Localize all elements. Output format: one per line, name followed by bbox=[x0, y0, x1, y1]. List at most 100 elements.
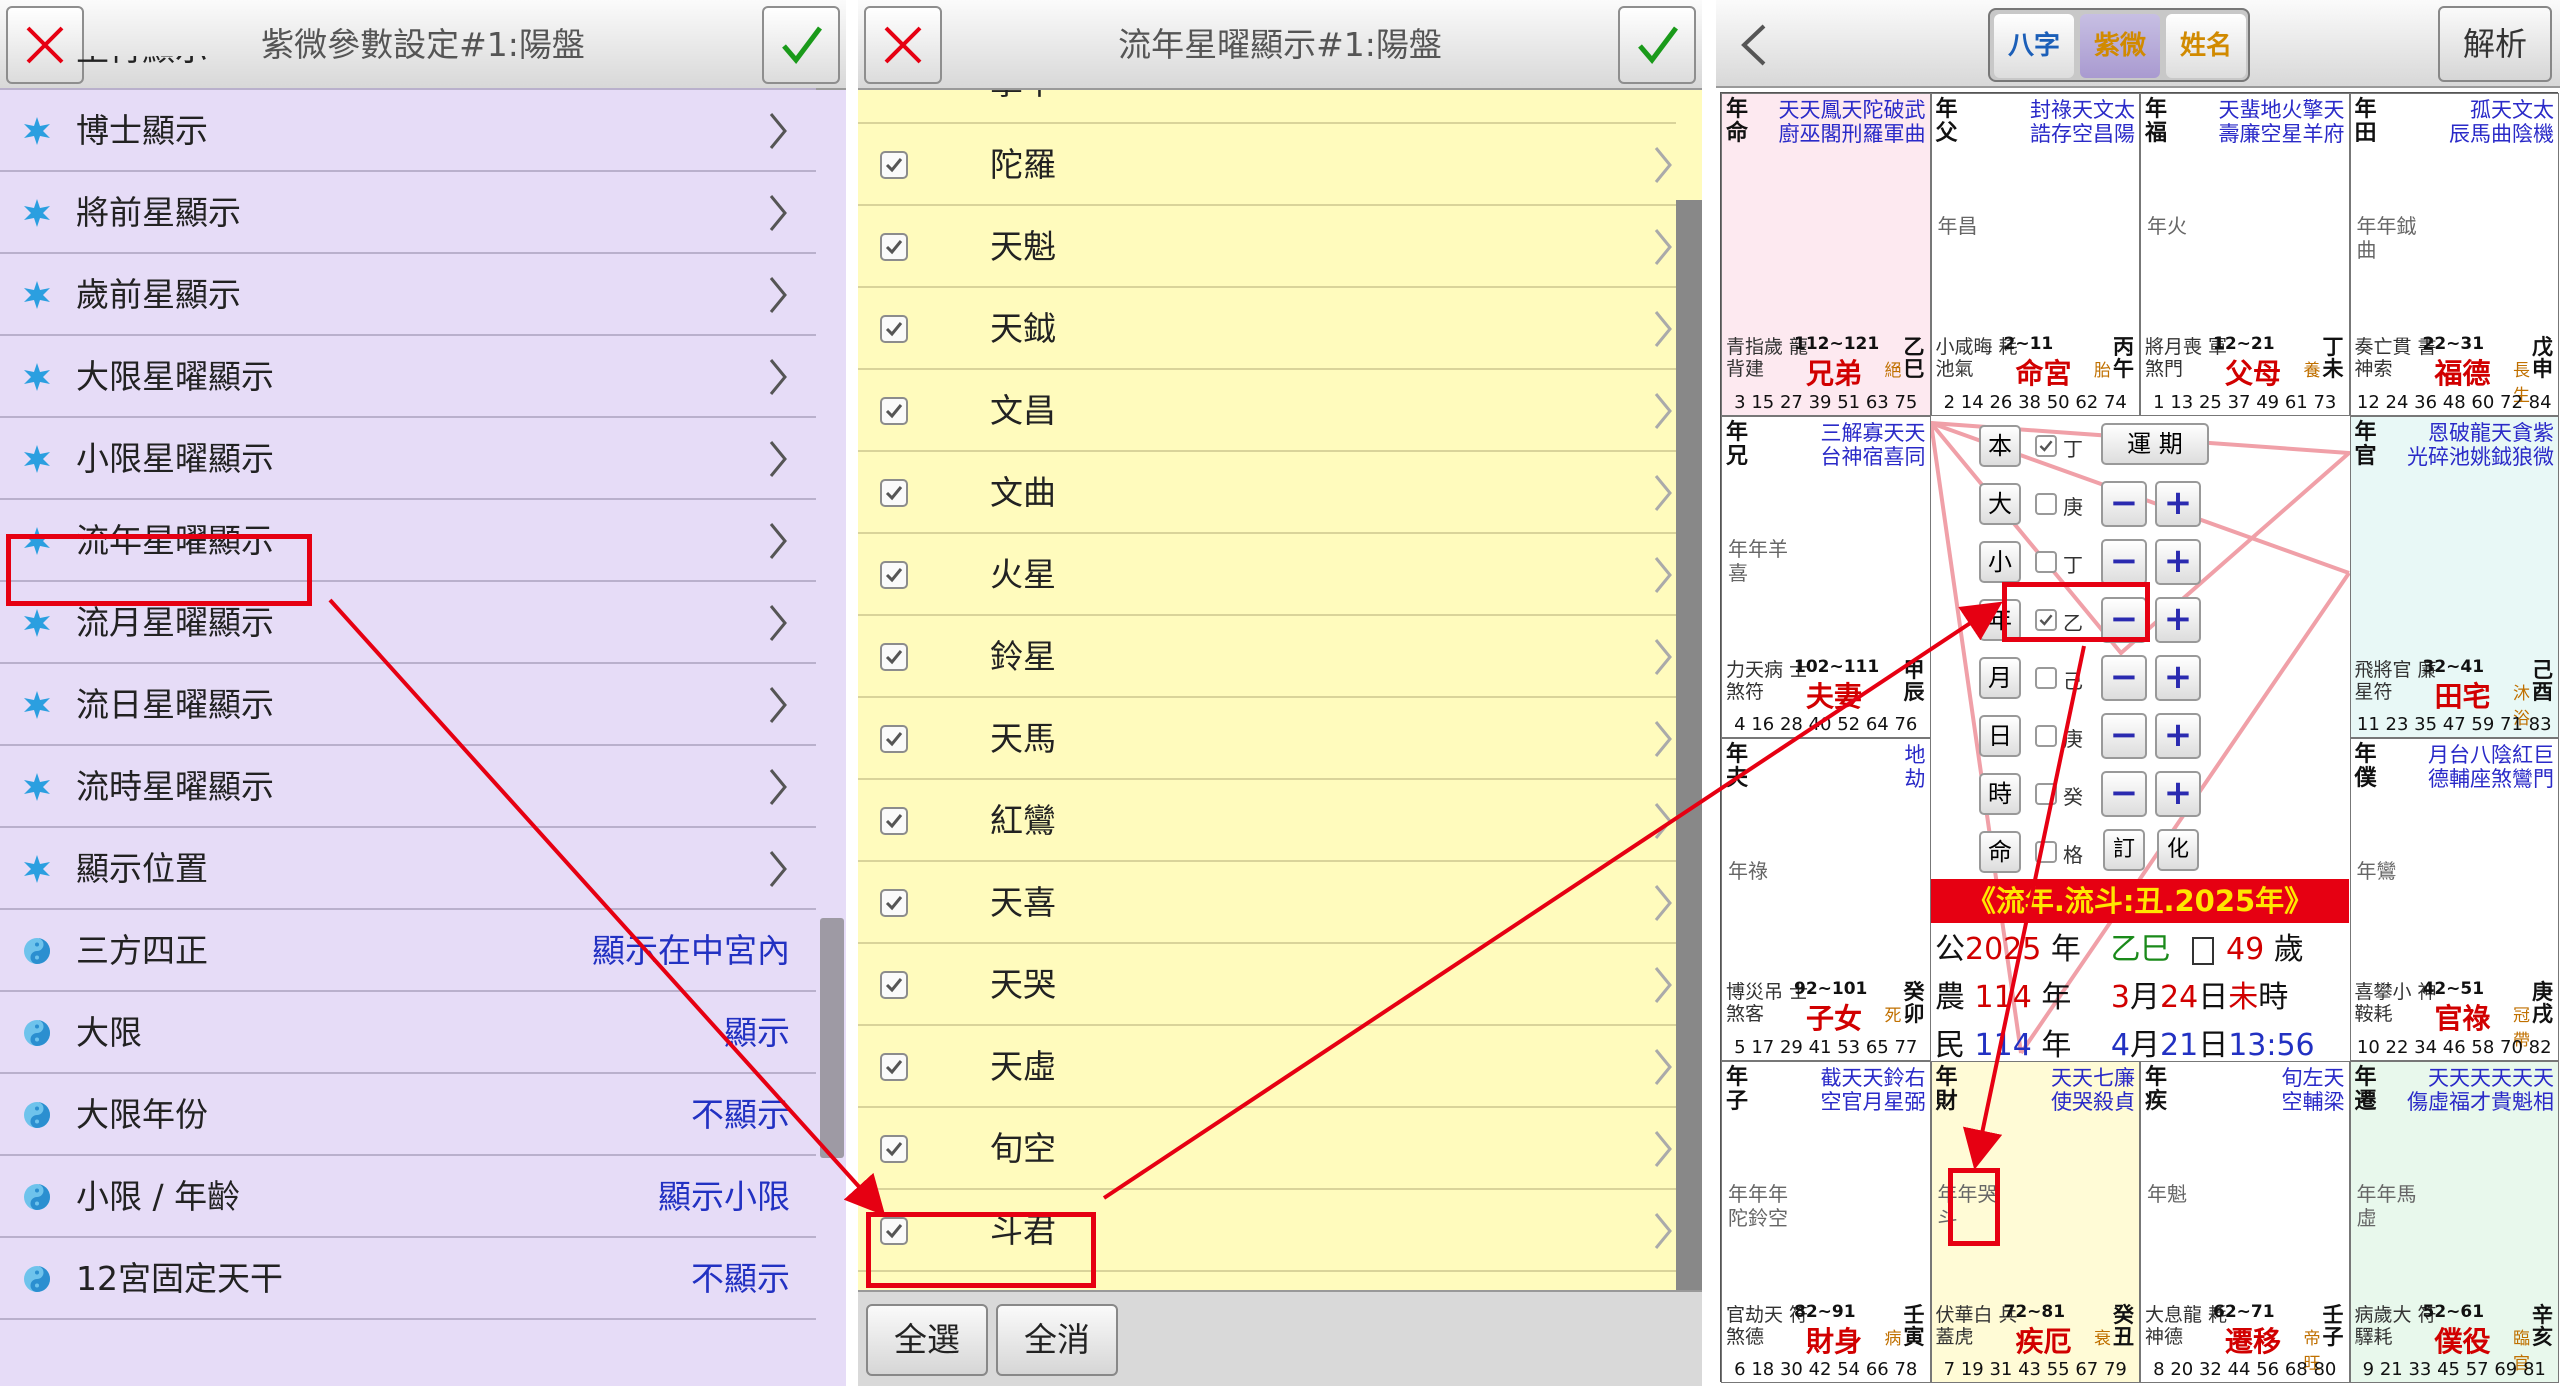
minus-button[interactable]: − bbox=[2101, 713, 2147, 759]
star-item[interactable]: 文曲 bbox=[858, 452, 1676, 534]
palace-cell[interactable]: 年父 封祿天文太 誥存空昌陽 年昌 小咸晦 耗池氣 2~11 命宮胎丙午 2 14 26 38… bbox=[1930, 93, 2140, 416]
period-checkbox[interactable] bbox=[2035, 841, 2057, 863]
star-checkbox[interactable] bbox=[880, 807, 908, 835]
period-button[interactable]: 大 bbox=[1979, 483, 2021, 525]
period-checkbox[interactable] bbox=[2035, 725, 2057, 747]
star-item[interactable]: 紅鸞 bbox=[858, 780, 1676, 862]
star-item[interactable]: 旬空 bbox=[858, 1108, 1676, 1190]
segment-name[interactable]: 姓名 bbox=[2166, 14, 2246, 78]
segment-bazi[interactable]: 八字 bbox=[1994, 14, 2074, 78]
star-checkbox[interactable] bbox=[880, 725, 908, 753]
plus-button[interactable]: + bbox=[2155, 481, 2201, 527]
settings-option[interactable]: 大限年份 不顯示 bbox=[0, 1074, 816, 1156]
period-checkbox[interactable] bbox=[2035, 783, 2057, 805]
star-item[interactable]: 火星 bbox=[858, 534, 1676, 616]
settings-option[interactable]: 大限 顯示 bbox=[0, 992, 816, 1074]
star-item[interactable]: 天魁 bbox=[858, 206, 1676, 288]
star-item[interactable]: 天喜 bbox=[858, 862, 1676, 944]
period-button[interactable]: 本 bbox=[1979, 425, 2021, 467]
star-checkbox[interactable] bbox=[880, 315, 908, 343]
star-item-label: 天哭 bbox=[990, 965, 1056, 1004]
settings-option[interactable]: 小限 / 年齡 顯示小限 bbox=[0, 1156, 816, 1238]
plus-button[interactable]: + bbox=[2155, 713, 2201, 759]
palace-cell[interactable]: 年官 恩破龍天貪紫 光碎池姚鉞狼微 飛將官 廉星符 32~41 田宅 沐浴 己酉 11 23 3… bbox=[2349, 415, 2559, 738]
star-item[interactable]: 陀羅 bbox=[858, 124, 1676, 206]
period-button[interactable]: 月 bbox=[1979, 657, 2021, 699]
settings-item[interactable]: 流日星曜顯示 bbox=[0, 664, 816, 746]
plus-button[interactable]: + bbox=[2155, 539, 2201, 585]
period-checkbox[interactable] bbox=[2035, 493, 2057, 515]
minus-button[interactable]: − bbox=[2101, 771, 2147, 817]
settings-item-partial[interactable]: 生肖顯示 bbox=[0, 56, 816, 90]
palace-cell[interactable]: 年福 天蜚地火擎天 壽廉空星羊府 年火 將月喪 軍煞門 12~21 父母養丁未 1 13 25… bbox=[2140, 93, 2350, 416]
fortune-period-button[interactable]: 運 期 bbox=[2101, 423, 2209, 465]
palace-name: 遷移 bbox=[2225, 1324, 2282, 1358]
minus-button[interactable]: − bbox=[2101, 655, 2147, 701]
palace-cell[interactable]: 年夫地劫年祿 博災吊 士煞客 92~101 子女死癸卯 5 17 29 41 53 65… bbox=[1721, 738, 1931, 1061]
settings-item[interactable]: 博士顯示 bbox=[0, 90, 816, 172]
star-checkbox[interactable] bbox=[880, 889, 908, 917]
period-button[interactable]: 時 bbox=[1979, 773, 2021, 815]
plus-button[interactable]: + bbox=[2155, 771, 2201, 817]
check-mark-icon bbox=[885, 732, 903, 747]
star-checkbox[interactable] bbox=[880, 971, 908, 999]
star-item-label: 旬空 bbox=[990, 1129, 1056, 1168]
period-stem: 己 bbox=[2063, 669, 2083, 693]
plus-button[interactable]: + bbox=[2155, 655, 2201, 701]
period-checkbox[interactable] bbox=[2035, 435, 2057, 457]
star-checkbox[interactable] bbox=[880, 1053, 908, 1081]
clear-all-button[interactable]: 全消 bbox=[996, 1304, 1118, 1376]
star-checkbox[interactable] bbox=[880, 561, 908, 589]
palace-cell[interactable]: 年田 孤天文太 辰馬曲陰機 年年鉞曲 奏亡貫 書神索 22~31 福德 長生 戊申 12 24 3… bbox=[2349, 93, 2559, 416]
palace-cell[interactable]: 年疾 旬左天 空輔梁 年魁 大息龍 耗神德 62~71 遷移 帝旺 壬子 8 20 32 44 5… bbox=[2140, 1060, 2350, 1383]
period-button[interactable]: 命 bbox=[1979, 831, 2021, 873]
settings-scrollbar[interactable] bbox=[820, 918, 844, 1158]
palace-cell[interactable]: 年命 天天鳳天陀破武 廚巫閣刑羅軍曲 青指歲 龍背建 112~121 兄弟絕乙巳 3 15 … bbox=[1721, 93, 1931, 416]
settings-item[interactable]: 歲前星顯示 bbox=[0, 254, 816, 336]
back-icon[interactable] bbox=[1730, 18, 1780, 72]
period-button[interactable]: 日 bbox=[1979, 715, 2021, 757]
star-item[interactable]: 天哭 bbox=[858, 944, 1676, 1026]
star-checkbox[interactable] bbox=[880, 643, 908, 671]
cancel-button[interactable] bbox=[864, 6, 942, 84]
star-checkbox[interactable] bbox=[880, 397, 908, 425]
analysis-button[interactable]: 解析 bbox=[2438, 6, 2552, 82]
settings-item[interactable]: 小限星曜顯示 bbox=[0, 418, 816, 500]
star-checkbox[interactable] bbox=[880, 233, 908, 261]
minus-button[interactable]: − bbox=[2101, 481, 2147, 527]
settings-item[interactable]: 大限星曜顯示 bbox=[0, 336, 816, 418]
palace-cell[interactable]: 年子 截天天鈴右 空官月星弼 年年年陀鈴空 官劫天 符煞德 82~91 財身病壬寅 6 18 … bbox=[1721, 1060, 1931, 1383]
star-checkbox[interactable] bbox=[880, 151, 908, 179]
palace-name: 官祿 bbox=[2434, 1002, 2491, 1035]
plus-button[interactable]: + bbox=[2155, 597, 2201, 643]
star-item[interactable]: 天虛 bbox=[858, 1026, 1676, 1108]
chart-header: 八字 紫微 姓名 解析 bbox=[1716, 0, 2560, 88]
segment-ziwei[interactable]: 紫微 bbox=[2080, 14, 2160, 78]
settings-item[interactable]: 顯示位置 bbox=[0, 828, 816, 910]
lunar-date-line: 農 114 年 3月24日未時 bbox=[1935, 980, 2289, 1015]
star-item[interactable]: 鈴星 bbox=[858, 616, 1676, 698]
settings-option[interactable]: 三方四正 顯示在中宮內 bbox=[0, 910, 816, 992]
star-item[interactable]: 文昌 bbox=[858, 370, 1676, 452]
palace-cell[interactable]: 年僕 月台八陰紅巨 德輔座煞鸞門 年鸞 喜攀小 神鞍耗 42~51 官祿 冠帶 庚戌 10 22 … bbox=[2349, 738, 2559, 1061]
palace-cell[interactable]: 年兄 三解寡天天 台神宿喜同 年年羊喜 力天病 士煞符 102~111 夫妻 甲辰 4 16 2… bbox=[1721, 415, 1931, 738]
period-checkbox[interactable] bbox=[2035, 551, 2057, 573]
confirm-button[interactable] bbox=[1618, 6, 1696, 84]
order-button[interactable]: 訂 bbox=[2103, 829, 2145, 871]
star-item-partial[interactable]: 擎羊 bbox=[858, 90, 1676, 124]
star-item[interactable]: 天馬 bbox=[858, 698, 1676, 780]
period-checkbox[interactable] bbox=[2035, 667, 2057, 689]
transform-button[interactable]: 化 bbox=[2157, 829, 2199, 871]
palace-stem: 辛亥 bbox=[2532, 1302, 2553, 1349]
yearly-stars-scrollbar[interactable] bbox=[1676, 200, 1702, 1290]
star-checkbox[interactable] bbox=[880, 1135, 908, 1163]
select-all-button[interactable]: 全選 bbox=[866, 1304, 988, 1376]
palace-cell[interactable]: 年遷 天天天天天天 傷虛福才貴魁相 年年馬虛 病歲大 符驛耗 52~61 僕役 臨官 辛亥 9 2… bbox=[2349, 1060, 2559, 1383]
star-checkbox[interactable] bbox=[880, 479, 908, 507]
settings-item[interactable]: 將前星顯示 bbox=[0, 172, 816, 254]
star-item[interactable]: 天鉞 bbox=[858, 288, 1676, 370]
settings-item[interactable]: 流時星曜顯示 bbox=[0, 746, 816, 828]
settings-option[interactable]: 12宮固定天干 不顯示 bbox=[0, 1238, 816, 1320]
period-button[interactable]: 小 bbox=[1979, 541, 2021, 583]
minus-button[interactable]: − bbox=[2101, 539, 2147, 585]
